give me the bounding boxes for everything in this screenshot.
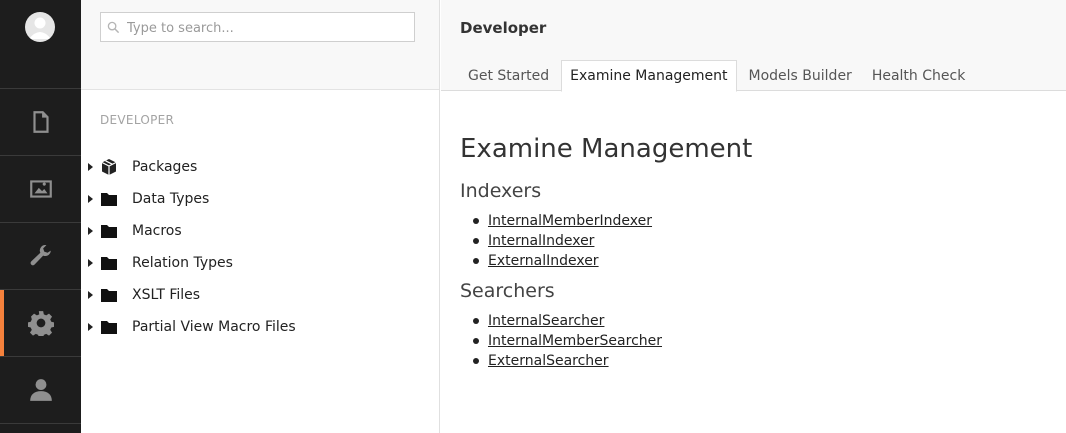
indexers-list: InternalMemberIndexer InternalIndexer Ex… [460,211,652,271]
main-header: Developer Get Started Examine Management… [441,0,1066,92]
main-panel: Developer Get Started Examine Management… [441,0,1066,433]
section-members[interactable] [0,357,81,424]
tree-item-label: Macros [132,223,182,239]
folder-icon [101,321,117,334]
content-title: Examine Management [460,134,753,164]
expand-caret-icon[interactable] [88,323,93,331]
expand-caret-icon[interactable] [88,227,93,235]
user-icon [29,379,52,401]
search-input[interactable] [125,13,414,43]
expand-caret-icon[interactable] [88,291,93,299]
list-item: InternalSearcher [460,311,662,331]
tab-bar: Get Started Examine Management Models Bu… [460,60,977,92]
tree-item-label: XSLT Files [132,287,201,303]
gear-icon [27,311,54,336]
list-item: ExternalSearcher [460,351,662,371]
tree-item-xslt-files[interactable]: XSLT Files [81,281,439,309]
expand-caret-icon[interactable] [88,259,93,267]
tab-health-check[interactable]: Health Check [864,60,974,91]
searchers-list: InternalSearcher InternalMemberSearcher … [460,311,662,371]
tab-get-started[interactable]: Get Started [460,60,557,91]
tree-item-label: Data Types [132,191,210,207]
tree-header [81,0,439,90]
tree-item-label: Packages [132,159,198,175]
image-icon [29,180,52,198]
package-icon [101,159,117,175]
searchers-heading: Searchers [460,280,555,302]
list-item: ExternalIndexer [460,251,652,271]
indexer-link[interactable]: ExternalIndexer [488,253,599,269]
section-title: Developer [460,19,547,37]
list-item: InternalIndexer [460,231,652,251]
search-box[interactable] [100,12,415,43]
searcher-link[interactable]: InternalSearcher [488,313,604,329]
indexer-link[interactable]: InternalMemberIndexer [488,213,652,229]
tab-examine-management[interactable]: Examine Management [561,60,737,92]
tree-item-macros[interactable]: Macros [81,217,439,245]
folder-icon [101,257,117,270]
folder-icon [101,289,117,302]
avatar[interactable] [25,12,55,42]
list-item: InternalMemberSearcher [460,331,662,351]
folder-icon [101,225,117,238]
tree-panel: DEVELOPER Packages Data Types Macros Rel… [81,0,440,433]
tree-title: DEVELOPER [100,113,175,127]
tree-item-packages[interactable]: Packages [81,153,439,181]
avatar-area [0,0,81,89]
section-developer[interactable] [0,290,81,357]
tree-item-label: Relation Types [132,255,233,271]
searcher-link[interactable]: InternalMemberSearcher [488,333,662,349]
expand-caret-icon[interactable] [88,163,93,171]
document-icon [32,111,49,133]
tree-item-data-types[interactable]: Data Types [81,185,439,213]
indexers-heading: Indexers [460,180,542,202]
tree-item-relation-types[interactable]: Relation Types [81,249,439,277]
section-content[interactable] [0,89,81,156]
expand-caret-icon[interactable] [88,195,93,203]
indexer-link[interactable]: InternalIndexer [488,233,594,249]
list-item: InternalMemberIndexer [460,211,652,231]
tree-item-label: Partial View Macro Files [132,319,296,335]
section-media[interactable] [0,156,81,223]
search-icon [107,21,120,34]
wrench-icon [30,245,51,266]
app-sidebar [0,0,81,433]
tree-item-partial-view-macro-files[interactable]: Partial View Macro Files [81,313,439,341]
searcher-link[interactable]: ExternalSearcher [488,353,609,369]
folder-icon [101,193,117,206]
tab-models-builder[interactable]: Models Builder [741,60,860,91]
section-settings[interactable] [0,223,81,290]
